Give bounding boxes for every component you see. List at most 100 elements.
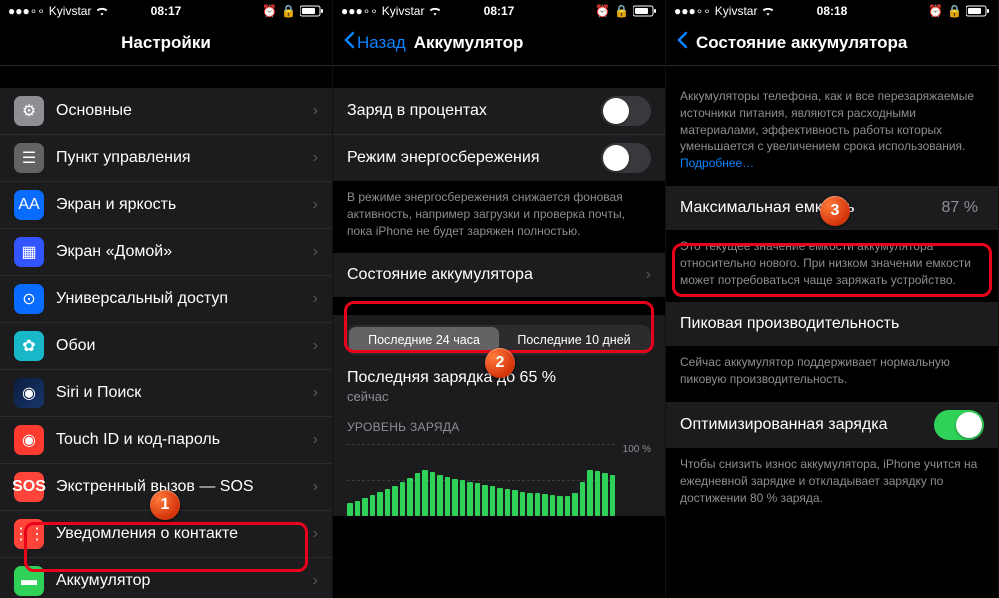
settings-row-finger[interactable]: ◉Touch ID и код-пароль›	[0, 417, 332, 464]
status-time: 08:17	[0, 4, 332, 18]
chevron-right-icon: ›	[313, 196, 318, 214]
chart-bar	[550, 495, 556, 517]
chart-bar	[355, 501, 361, 517]
chart-bar	[505, 489, 511, 516]
chart-bar	[362, 498, 368, 517]
optimized-group: Оптимизированная зарядка	[666, 402, 998, 448]
chevron-left-icon	[343, 31, 355, 54]
chart-bar	[407, 478, 413, 517]
row-label: Уведомления о контакте	[56, 525, 313, 543]
toggle-label: Заряд в процентах	[347, 102, 601, 120]
settings-list: ⚙Основные›☰Пункт управления›AAЭкран и яр…	[0, 88, 332, 598]
max-capacity-footer: Это текущее значение емкости аккумулятор…	[666, 230, 998, 302]
row-label: Основные	[56, 102, 313, 120]
settings-row-grid[interactable]: ▦Экран «Домой»›	[0, 229, 332, 276]
step-badge-2: 2	[485, 348, 515, 378]
settings-row-toggles[interactable]: ☰ Пункт управления›	[0, 135, 332, 182]
chart-bar	[580, 482, 586, 517]
settings-row-flower[interactable]: ✿Обои›	[0, 323, 332, 370]
optimized-charging-row[interactable]: Оптимизированная зарядка	[666, 402, 998, 448]
screen-settings: ●●●∘∘ Kyivstar 08:17 ⏰ 🔒 Настройки ⚙Осно…	[0, 0, 333, 598]
chart-bar	[542, 494, 548, 516]
chevron-right-icon: ›	[313, 290, 318, 308]
row-label: Экран и яркость	[56, 196, 313, 214]
row-label: Пункт управления	[56, 149, 313, 167]
switch[interactable]	[601, 96, 651, 126]
status-bar: ●●●∘∘ Kyivstar 08:17 ⏰ 🔒	[333, 0, 665, 20]
row-value: 87 %	[942, 199, 978, 217]
row-label: Аккумулятор	[56, 572, 313, 590]
siri-icon: ◉	[14, 378, 44, 408]
peak-footer: Сейчас аккумулятор поддерживает нормальн…	[666, 346, 998, 402]
sos-icon: SOS	[14, 472, 44, 502]
row-label: Siri и Поиск	[56, 384, 313, 402]
chart-bar	[422, 470, 428, 517]
chevron-right-icon: ›	[313, 102, 318, 120]
chart-bar	[565, 496, 571, 516]
back-button[interactable]	[676, 31, 688, 54]
status-time: 08:17	[333, 4, 665, 18]
screen-battery-health: ●●●∘∘ Kyivstar 08:18 ⏰ 🔒 Состояние аккум…	[666, 0, 999, 598]
optimized-footer: Чтобы снизить износ аккумулятора, iPhone…	[666, 448, 998, 520]
chart-bar	[430, 472, 436, 517]
state-group: Состояние аккумулятора ›	[333, 253, 665, 297]
flower-icon: ✿	[14, 331, 44, 361]
toggle-footer: В режиме энергосбережения снижается фоно…	[333, 181, 665, 253]
row-label: Универсальный доступ	[56, 290, 313, 308]
chart-title: УРОВЕНЬ ЗАРЯДА	[333, 414, 665, 440]
chart-bar	[610, 475, 616, 517]
chart-bar	[377, 492, 383, 516]
settings-row-aa[interactable]: AAЭкран и яркость›	[0, 182, 332, 229]
toggles-icon: ☰	[14, 143, 44, 173]
chevron-right-icon: ›	[646, 266, 651, 284]
status-bar: ●●●∘∘ Kyivstar 08:18 ⏰ 🔒	[666, 0, 998, 20]
switch[interactable]	[601, 143, 651, 173]
row-label: Состояние аккумулятора	[347, 266, 646, 284]
row-label: Максимальная емкость	[680, 199, 942, 217]
back-button[interactable]: Назад	[343, 31, 406, 54]
switch[interactable]	[934, 410, 984, 440]
page-title: Состояние аккумулятора	[696, 33, 907, 53]
settings-row-siri[interactable]: ◉Siri и Поиск›	[0, 370, 332, 417]
chevron-right-icon: ›	[313, 431, 318, 449]
chart-bar	[572, 493, 578, 516]
usage-group: Последние 24 часа Последние 10 дней Посл…	[333, 315, 665, 516]
chart-bar	[347, 503, 353, 516]
row-label: Touch ID и код-пароль	[56, 431, 313, 449]
chevron-right-icon: ›	[313, 478, 318, 496]
nav-bar: Назад Аккумулятор	[333, 20, 665, 66]
grid-icon: ▦	[14, 237, 44, 267]
toggle-low-power[interactable]: Режим энергосбережения	[333, 135, 665, 181]
chart-bar	[385, 489, 391, 516]
chevron-right-icon: ›	[313, 525, 318, 543]
row-label: Экстренный вызов — SOS	[56, 478, 313, 496]
status-time: 08:18	[666, 4, 998, 18]
chart-bar	[415, 473, 421, 516]
row-label: Пиковая производительность	[680, 315, 984, 333]
chart-bar	[452, 479, 458, 516]
back-label: Назад	[357, 33, 406, 53]
seg-24h[interactable]: Последние 24 часа	[349, 327, 499, 353]
chart-bar	[445, 477, 451, 517]
chevron-right-icon: ›	[313, 572, 318, 590]
toggle-battery-percent[interactable]: Заряд в процентах	[333, 88, 665, 135]
chart-bar	[520, 492, 526, 516]
settings-row-battery[interactable]: ▬Аккумулятор›	[0, 558, 332, 598]
settings-row-person[interactable]: ⊙Универсальный доступ›	[0, 276, 332, 323]
battery-chart: 100 %	[347, 444, 651, 516]
row-label: Оптимизированная зарядка	[680, 416, 934, 434]
row-label: Экран «Домой»	[56, 243, 313, 261]
learn-more-link[interactable]: Подробнее…	[680, 156, 754, 170]
seg-10d[interactable]: Последние 10 дней	[499, 327, 649, 353]
nav-bar: Состояние аккумулятора	[666, 20, 998, 66]
chart-bar	[437, 475, 443, 517]
settings-row-gear[interactable]: ⚙Основные›	[0, 88, 332, 135]
battery-health-row[interactable]: Состояние аккумулятора ›	[333, 253, 665, 297]
chevron-right-icon: ›	[313, 149, 318, 167]
last-charge-sub: сейчас	[347, 389, 651, 404]
chart-bar	[587, 470, 593, 517]
chevron-right-icon: ›	[313, 337, 318, 355]
chart-bar	[392, 486, 398, 516]
screen-battery: ●●●∘∘ Kyivstar 08:17 ⏰ 🔒 Назад Аккумулят…	[333, 0, 666, 598]
nav-bar: Настройки	[0, 20, 332, 66]
